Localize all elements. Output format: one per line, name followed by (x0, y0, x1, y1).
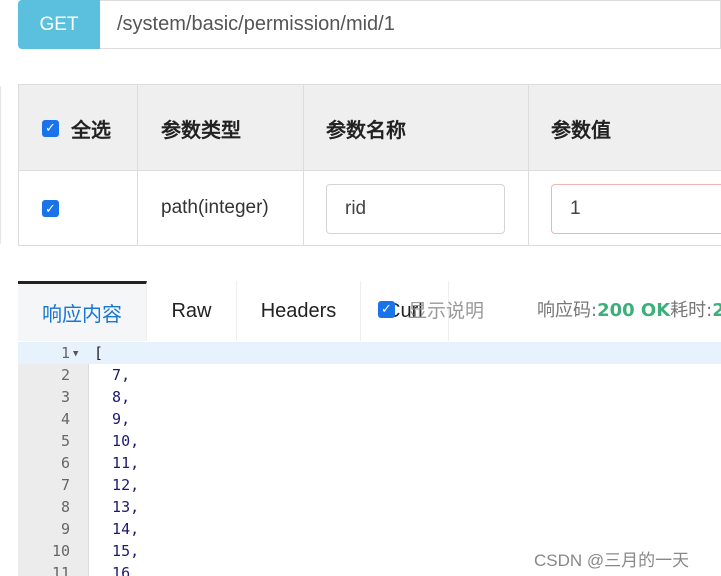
code-text: 7, (94, 366, 131, 384)
tab-raw[interactable]: Raw (147, 281, 237, 341)
row-checkbox-cell: ✓ (42, 171, 59, 245)
url-input[interactable]: /system/basic/permission/mid/1 (100, 0, 721, 49)
code-text: [ (94, 344, 104, 362)
code-text: 15, (94, 542, 140, 560)
response-status: 响应码:200 OK耗时:2 (537, 296, 721, 322)
time-value: 2 (712, 300, 721, 321)
select-all-checkbox[interactable]: ✓ (42, 119, 59, 137)
watermark: CSDN @三月的一天 (534, 551, 690, 570)
params-table: ✓ 全选 参数类型 参数名称 参数值 ✓ path(integer) rid 1 (18, 84, 721, 246)
select-all-label: 全选 (71, 117, 111, 142)
code-line: 9 14, (18, 518, 721, 540)
code-line: 6 11, (18, 452, 721, 474)
line-number: 6 (60, 454, 70, 472)
code-text: 14, (94, 520, 140, 538)
code-line: 4 9, (18, 408, 721, 430)
code-text: 12, (94, 476, 140, 494)
show-desc-label: 显示说明 (408, 300, 485, 322)
code-text: 13, (94, 498, 140, 516)
code-text: 16 (94, 564, 131, 576)
code-line: 8 13, (18, 496, 721, 518)
line-number: 10 (51, 542, 70, 560)
line-number: 4 (60, 410, 70, 428)
column-divider (137, 85, 138, 245)
line-number: 2 (60, 366, 70, 384)
line-number: 11 (51, 564, 70, 576)
param-type-header: 参数类型 (161, 117, 241, 142)
column-divider (303, 85, 304, 245)
param-type-value: path(integer) (161, 197, 269, 218)
param-name-header: 参数名称 (326, 117, 406, 142)
panel-divider (0, 86, 1, 244)
param-value-header: 参数值 (551, 117, 611, 142)
line-number: 9 (60, 520, 70, 538)
code-line: 7 12, (18, 474, 721, 496)
show-desc-checkbox[interactable]: ✓ (378, 301, 395, 318)
param-value-field[interactable]: 1 (551, 184, 721, 234)
tab-headers[interactable]: Headers (237, 281, 361, 341)
request-bar: GET /system/basic/permission/mid/1 (18, 0, 721, 49)
column-divider (528, 85, 529, 245)
line-number: 5 (60, 432, 70, 450)
time-label: 耗时: (670, 300, 713, 321)
fold-arrow-icon[interactable]: ▼ (73, 349, 78, 359)
tab-response-content[interactable]: 响应内容 (18, 281, 147, 341)
response-editor[interactable]: 1 ▼[2 7, 3 8, 4 9, 5 10, 6 11, 7 12, 8 13, 9 14,… (18, 342, 721, 576)
param-name-field[interactable]: rid (326, 184, 505, 234)
code-line: 3 8, (18, 386, 721, 408)
line-number: 8 (60, 498, 70, 516)
code-text: 10, (94, 432, 140, 450)
code-text: 9, (94, 410, 131, 428)
status-code: 200 OK (597, 300, 671, 321)
code-text: 8, (94, 388, 131, 406)
method-button[interactable]: GET (18, 0, 100, 49)
line-number: 1 (60, 344, 70, 362)
code-line: 1 ▼ [ (18, 342, 721, 364)
line-number: 3 (60, 388, 70, 406)
select-all-header: ✓ 全选 (42, 85, 111, 171)
status-code-label: 响应码: (537, 300, 598, 321)
code-text: 11, (94, 454, 140, 472)
line-number: 7 (60, 476, 70, 494)
code-line: 2 7, (18, 364, 721, 386)
code-line: 5 10, (18, 430, 721, 452)
row-checkbox[interactable]: ✓ (42, 199, 59, 217)
